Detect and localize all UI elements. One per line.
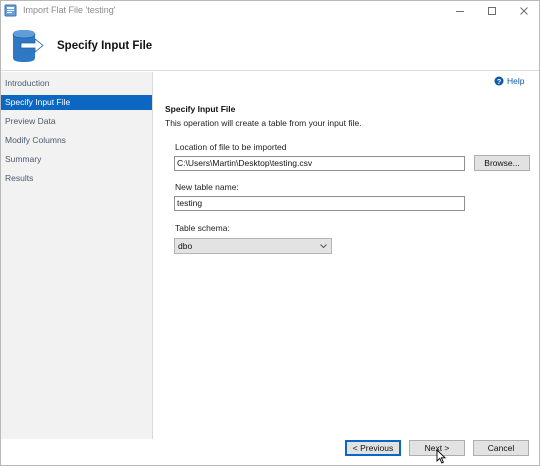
sidebar-item-results[interactable]: Results [1, 171, 152, 186]
page-title: Specify Input File [57, 40, 153, 52]
sidebar-item-preview-data[interactable]: Preview Data [1, 114, 152, 129]
chevron-down-icon [320, 244, 327, 249]
table-name-input[interactable]: testing [174, 196, 465, 211]
help-icon: ? [494, 76, 504, 86]
sidebar-item-summary[interactable]: Summary [1, 152, 152, 167]
table-schema-select[interactable]: dbo [174, 238, 332, 254]
wizard-sidebar: Introduction Specify Input File Preview … [1, 72, 153, 439]
file-location-input[interactable]: C:\Users\Martin\Desktop\testing.csv [174, 156, 465, 171]
section-title: Specify Input File [165, 104, 236, 114]
section-description: This operation will create a table from … [165, 118, 362, 128]
close-icon [520, 7, 528, 15]
close-button[interactable] [509, 1, 539, 21]
maximize-button[interactable] [477, 1, 507, 21]
table-name-label: New table name: [175, 182, 239, 192]
sidebar-item-specify-input-file[interactable]: Specify Input File [1, 95, 152, 110]
minimize-button[interactable] [445, 1, 475, 21]
browse-button[interactable]: Browse... [474, 155, 530, 171]
wizard-content: ? Help Specify Input File This operation… [154, 72, 539, 439]
help-link[interactable]: ? Help [494, 76, 524, 86]
wizard-header: Specify Input File [1, 21, 539, 71]
maximize-icon [488, 7, 496, 15]
import-flat-file-window: Import Flat File 'testing' Specify Input… [0, 0, 540, 466]
svg-text:?: ? [497, 77, 502, 86]
help-label: Help [507, 76, 525, 86]
table-schema-label: Table schema: [175, 223, 230, 233]
mouse-cursor-icon [436, 449, 446, 464]
minimize-icon [456, 11, 464, 12]
title-bar[interactable]: Import Flat File 'testing' [1, 1, 539, 21]
app-icon [4, 4, 17, 17]
sidebar-item-modify-columns[interactable]: Modify Columns [1, 133, 152, 148]
table-schema-value: dbo [178, 241, 193, 251]
database-import-icon [12, 30, 44, 62]
cancel-button[interactable]: Cancel [473, 440, 529, 456]
previous-button[interactable]: < Previous [345, 440, 401, 456]
window-title: Import Flat File 'testing' [23, 5, 116, 15]
sidebar-item-introduction[interactable]: Introduction [1, 76, 152, 91]
file-location-label: Location of file to be imported [175, 142, 287, 152]
